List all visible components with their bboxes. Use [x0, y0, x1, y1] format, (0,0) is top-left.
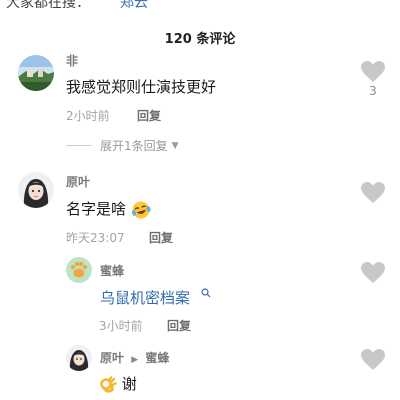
comment-time: 昨天23:07	[66, 231, 125, 245]
comments-header: 120 条评论	[0, 28, 400, 47]
search-icon	[201, 288, 211, 301]
commenter-name[interactable]: 原叶	[100, 351, 124, 365]
commenter-name[interactable]: 蜜蜂	[100, 262, 124, 279]
avatar[interactable]	[18, 55, 54, 91]
commenter-name[interactable]: 原叶	[66, 173, 90, 190]
reply-button[interactable]: 回复	[149, 229, 173, 246]
reply-button[interactable]: 回复	[137, 107, 161, 124]
girl-avatar-image	[66, 345, 92, 371]
like-button[interactable]	[360, 348, 386, 372]
search-hint-text: 大家都在搜：	[6, 0, 90, 8]
avatar[interactable]	[66, 257, 92, 283]
reply-arrow-icon: ▶	[131, 355, 139, 365]
comment-text: 我感觉郑则仕演技更好	[66, 78, 217, 96]
search-keyword-link[interactable]: 乌鼠机密档案	[100, 287, 190, 308]
expand-replies-button[interactable]: 展开1条回复 ▼	[66, 137, 179, 154]
comment-count-label: 条评论	[196, 32, 236, 47]
reply-button[interactable]: 回复	[167, 317, 191, 334]
commenter-name[interactable]: 非	[66, 52, 78, 69]
comment-text: 名字是啥	[66, 200, 127, 218]
heart-icon	[361, 182, 385, 203]
reply-header: 原叶 ▶ 蜜蜂	[100, 349, 169, 366]
divider-line	[66, 145, 92, 146]
avatar[interactable]	[66, 345, 92, 371]
heart-icon	[361, 349, 385, 370]
landscape-avatar-image	[18, 55, 54, 91]
avatar[interactable]	[18, 172, 54, 208]
like-button[interactable]	[360, 60, 386, 84]
like-count: 3	[369, 84, 377, 98]
ok-hand-emoji-icon	[100, 375, 117, 393]
like-button[interactable]	[360, 261, 386, 285]
heart-icon	[361, 262, 385, 283]
top-search-strip: 大家都在搜： 郑云	[0, 0, 400, 8]
comment-text-row: 名字是啥	[66, 198, 151, 220]
expand-replies-label: 展开1条回复	[100, 139, 168, 153]
search-hint-link[interactable]: 郑云	[120, 0, 148, 8]
laughing-crying-emoji-icon	[131, 201, 151, 218]
paw-avatar-image	[66, 257, 92, 283]
chevron-down-icon: ▼	[171, 140, 179, 151]
comment-text-row: 谢	[99, 373, 137, 394]
heart-icon	[361, 61, 385, 82]
girl-avatar-image	[18, 172, 54, 208]
comment-time: 3小时前	[99, 319, 143, 333]
comment-count: 120	[164, 32, 192, 47]
like-button[interactable]	[360, 181, 386, 205]
reply-to-name[interactable]: 蜜蜂	[145, 351, 169, 365]
comment-text: 谢	[121, 375, 137, 393]
comment-time: 2小时前	[66, 109, 110, 123]
